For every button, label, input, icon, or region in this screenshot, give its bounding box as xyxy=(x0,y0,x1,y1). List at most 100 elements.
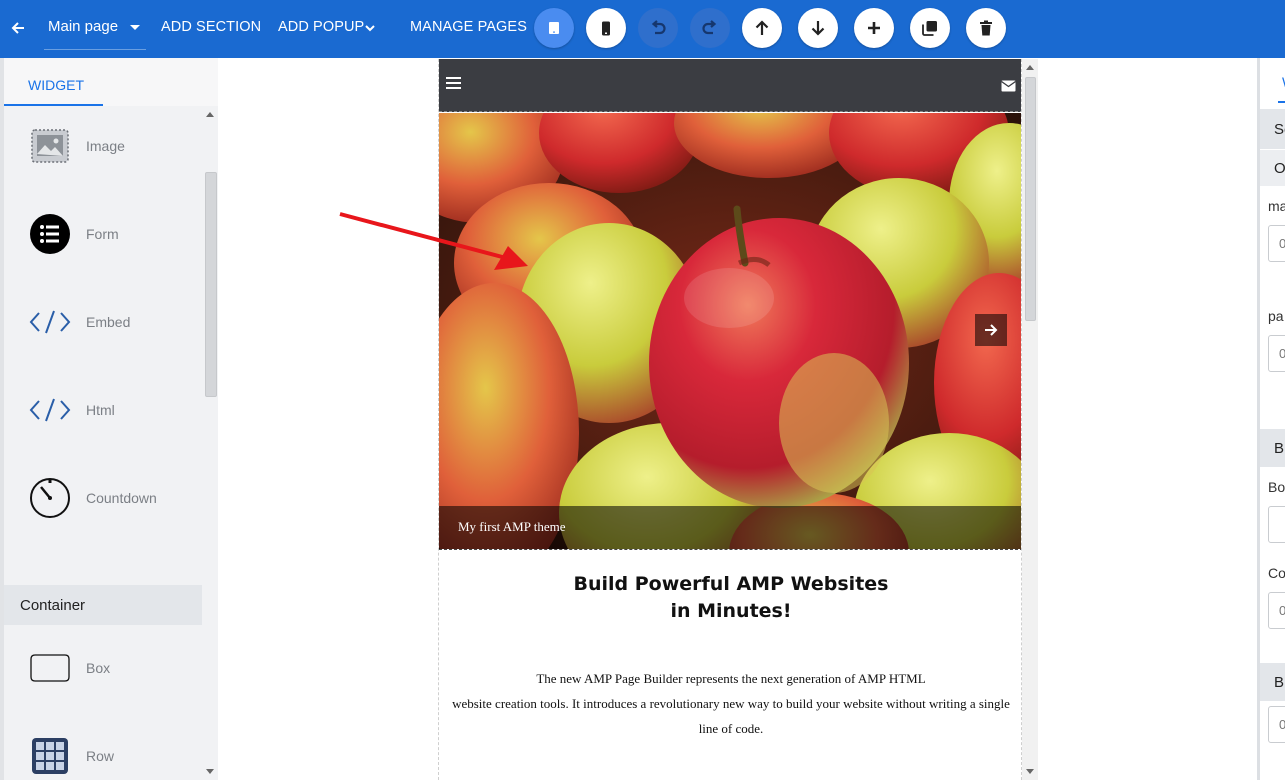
desktop-icon xyxy=(549,22,559,34)
margin-value: 0 xyxy=(1279,236,1285,251)
hero-paragraph[interactable]: The new AMP Page Builder represents the … xyxy=(439,666,1021,741)
widget-image-label: Image xyxy=(86,138,125,154)
back-arrow-icon[interactable] xyxy=(9,17,27,39)
apples-photo xyxy=(439,113,1021,549)
timer-icon xyxy=(28,476,72,520)
widget-list-scrollbar[interactable] xyxy=(202,106,218,780)
mail-icon[interactable] xyxy=(1001,79,1016,97)
code-icon xyxy=(28,388,72,432)
move-down-button[interactable] xyxy=(798,8,838,48)
padding-input[interactable]: 0 xyxy=(1268,335,1285,372)
mobile-icon xyxy=(602,21,610,35)
container-heading-text: Container xyxy=(20,597,86,614)
widget-box-label: Box xyxy=(86,660,111,676)
widget-image[interactable]: Image xyxy=(4,106,202,186)
site-navbar[interactable] xyxy=(439,59,1021,112)
border-label: Bo xyxy=(1268,479,1285,495)
hamburger-menu-icon[interactable] xyxy=(446,77,461,92)
delete-button[interactable] xyxy=(966,8,1006,48)
page-selector-underline xyxy=(44,49,146,50)
redo-icon xyxy=(702,20,717,35)
top-toolbar: Main page ADD SECTION ADD POPUP MANAGE P… xyxy=(0,0,1285,58)
desktop-view-button[interactable] xyxy=(534,8,574,48)
annotation-arrow-icon xyxy=(339,212,528,270)
hero-heading-line-2: in Minutes! xyxy=(670,600,792,622)
color-value: 0 xyxy=(1279,603,1285,618)
widget-countdown-label: Countdown xyxy=(86,490,157,506)
chevron-down-icon[interactable] xyxy=(130,25,140,30)
add-button[interactable] xyxy=(854,8,894,48)
widget-html[interactable]: Html xyxy=(4,370,202,450)
canvas-scrollbar[interactable] xyxy=(1022,59,1038,780)
code-icon xyxy=(28,300,72,344)
duplicate-button[interactable] xyxy=(910,8,950,48)
grid-icon xyxy=(28,734,72,778)
background-band: B xyxy=(1260,663,1285,701)
box-icon xyxy=(28,646,72,690)
padding-label: pa xyxy=(1268,308,1284,324)
hero-paragraph-line-2: website creation tools. It introduces a … xyxy=(452,696,1010,711)
scroll-down-arrow-icon[interactable] xyxy=(1026,769,1034,774)
page-selector[interactable]: Main page xyxy=(48,18,118,35)
scroll-down-arrow-icon[interactable] xyxy=(206,769,214,774)
widget-box[interactable]: Box xyxy=(4,628,202,708)
manage-pages-button[interactable]: MANAGE PAGES xyxy=(410,19,527,35)
trash-icon xyxy=(980,20,992,36)
border-input[interactable] xyxy=(1268,506,1285,543)
widget-embed-label: Embed xyxy=(86,314,131,330)
widget-form-label: Form xyxy=(86,226,119,242)
move-up-button[interactable] xyxy=(742,8,782,48)
widget-html-label: Html xyxy=(86,402,115,418)
widget-row[interactable]: Row xyxy=(4,716,202,780)
border-band-label: B xyxy=(1274,440,1285,457)
add-popup-button[interactable]: ADD POPUP xyxy=(278,19,364,35)
hero-paragraph-line-3: line of code. xyxy=(698,721,764,736)
mobile-view-button[interactable] xyxy=(586,8,626,48)
copy-icon xyxy=(922,21,937,36)
background-band-label: B xyxy=(1274,674,1285,691)
redo-button[interactable] xyxy=(690,8,730,48)
properties-panel: W Se O ma 0 pa 0 B Bo Co 0 B 0 xyxy=(1257,58,1285,780)
color-input[interactable]: 0 xyxy=(1268,592,1285,629)
plus-icon xyxy=(868,22,880,34)
margin-input[interactable]: 0 xyxy=(1268,225,1285,262)
margin-label: ma xyxy=(1268,198,1285,214)
widget-form[interactable]: Form xyxy=(4,194,202,274)
carousel-caption-bar: My first AMP theme xyxy=(439,506,1021,549)
chevron-down-icon[interactable] xyxy=(365,19,375,37)
hero-heading[interactable]: Build Powerful AMP Websites in Minutes! xyxy=(439,571,1021,625)
carousel-caption: My first AMP theme xyxy=(458,519,566,534)
form-list-icon xyxy=(28,212,72,256)
tab-widget[interactable]: WIDGET xyxy=(28,77,84,93)
scroll-up-arrow-icon[interactable] xyxy=(1026,65,1034,70)
border-band: B xyxy=(1260,429,1285,467)
section-band-label: Se xyxy=(1274,121,1285,138)
widget-row-label: Row xyxy=(86,748,115,764)
hero-heading-line-1: Build Powerful AMP Websites xyxy=(573,573,889,595)
padding-value: 0 xyxy=(1279,346,1285,361)
image-icon xyxy=(28,124,72,168)
tab-active-indicator xyxy=(1278,101,1285,103)
scrollbar-thumb[interactable] xyxy=(1025,77,1036,321)
widget-embed[interactable]: Embed xyxy=(4,282,202,362)
undo-icon xyxy=(651,20,666,35)
arrow-down-icon xyxy=(811,21,825,36)
color-label: Co xyxy=(1268,565,1285,581)
page-preview: My first AMP theme Build Powerful AMP We… xyxy=(438,59,1022,780)
widget-panel: WIDGET Image Form Embed Html Countdown C… xyxy=(0,58,218,780)
hero-paragraph-line-1: The new AMP Page Builder represents the … xyxy=(536,671,926,686)
image-carousel[interactable]: My first AMP theme xyxy=(439,113,1021,550)
options-band-label: O xyxy=(1274,160,1285,177)
undo-button[interactable] xyxy=(638,8,678,48)
scroll-up-arrow-icon[interactable] xyxy=(206,112,214,117)
container-section-heading: Container xyxy=(4,585,202,625)
arrow-up-icon xyxy=(755,20,769,35)
section-band: Se xyxy=(1260,109,1285,149)
background-value: 0 xyxy=(1279,717,1285,732)
scrollbar-thumb[interactable] xyxy=(205,172,217,397)
add-section-button[interactable]: ADD SECTION xyxy=(161,19,261,35)
options-band: O xyxy=(1260,150,1285,186)
widget-countdown[interactable]: Countdown xyxy=(4,458,202,538)
background-input[interactable]: 0 xyxy=(1268,706,1285,743)
carousel-next-arrow-icon[interactable] xyxy=(975,314,1007,346)
